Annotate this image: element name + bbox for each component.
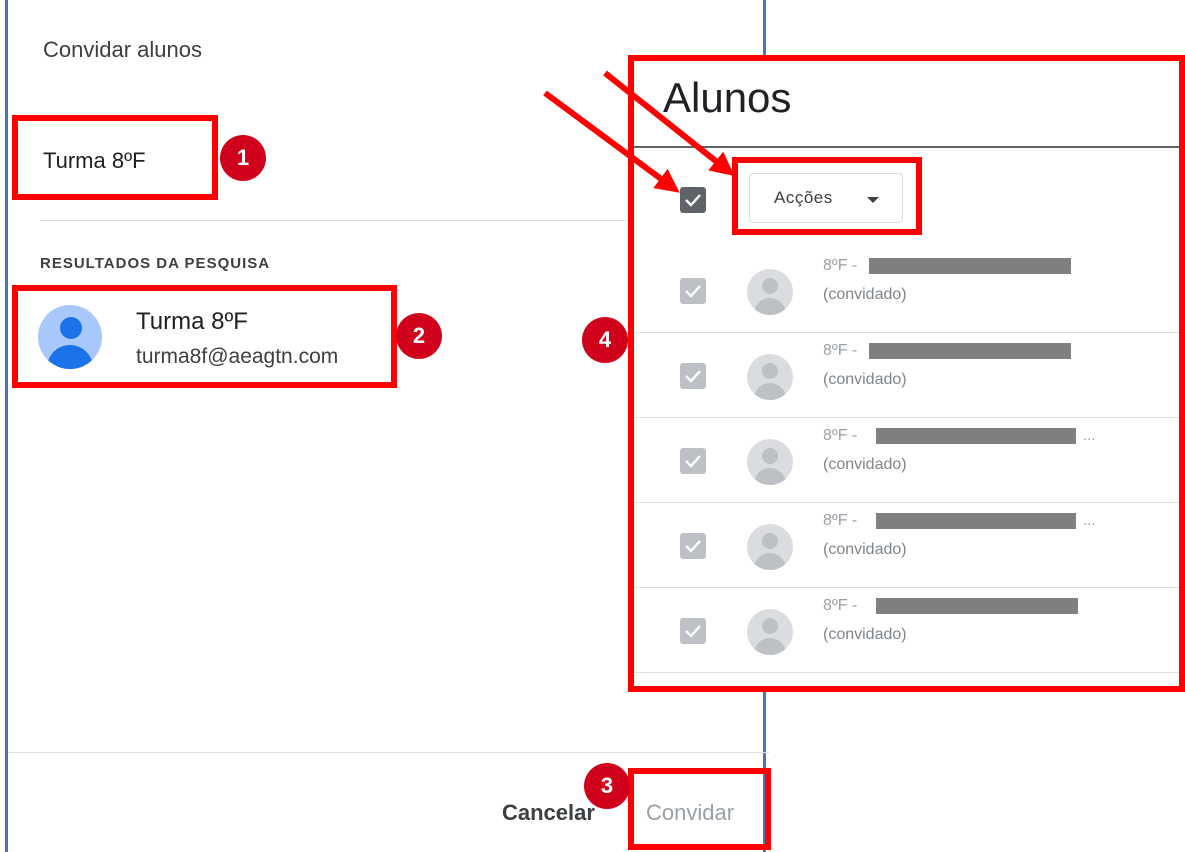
student-avatar-icon [747,439,793,485]
result-name: Turma 8ºF [136,308,248,335]
group-avatar-icon [38,305,102,369]
student-row[interactable]: 8ºF - (convidado) [633,588,1185,673]
student-avatar-icon [747,269,793,315]
student-name: 8ºF - [823,427,858,444]
panel-title: Alunos [663,74,792,121]
search-input[interactable]: Turma 8ºF [43,148,146,174]
student-avatar-icon [747,354,793,400]
footer-divider [8,752,769,753]
student-row[interactable]: 8ºF - (convidado) [633,333,1185,418]
caret-down-icon [867,197,879,203]
select-all-checkbox[interactable] [680,187,706,213]
row-checkbox[interactable] [680,533,706,559]
student-status: (convidado) [823,286,907,303]
redacted-name [876,513,1076,529]
student-row[interactable]: 8ºF - (convidado) [633,248,1185,333]
student-row[interactable]: 8ºF - ... (convidado) [633,503,1185,588]
name-ellipsis: ... [1083,427,1096,444]
students-panel: Alunos Acções 8ºF - (convidado) 8ºF - (c… [633,60,1185,690]
row-checkbox[interactable] [680,448,706,474]
student-name: 8ºF - [823,597,858,614]
student-avatar-icon [747,524,793,570]
result-email: turma8f@aeagtn.com [136,345,339,368]
panel-underline [633,146,1185,148]
actions-dropdown-button[interactable]: Acções [749,173,903,223]
dialog-title: Convidar alunos [43,37,202,62]
redacted-name [876,428,1076,444]
redacted-name [869,258,1071,274]
student-status: (convidado) [823,371,907,388]
student-name: 8ºF - [823,257,858,274]
redacted-name [876,598,1078,614]
student-row[interactable]: 8ºF - ... (convidado) [633,418,1185,503]
step-badge-4: 4 [582,317,628,363]
step-badge-3: 3 [584,763,630,809]
results-header: RESULTADOS DA PESQUISA [40,255,271,272]
name-ellipsis: ... [1083,512,1096,529]
cancel-button[interactable]: Cancelar [502,800,595,826]
student-avatar-icon [747,609,793,655]
actions-label: Acções [774,188,833,207]
student-name: 8ºF - [823,342,858,359]
row-checkbox[interactable] [680,618,706,644]
row-checkbox[interactable] [680,363,706,389]
student-name: 8ºF - [823,512,858,529]
student-status: (convidado) [823,541,907,558]
student-status: (convidado) [823,626,907,643]
step-badge-2: 2 [396,313,442,359]
row-checkbox[interactable] [680,278,706,304]
step-badge-1: 1 [220,135,266,181]
student-status: (convidado) [823,456,907,473]
redacted-name [869,343,1071,359]
invite-button[interactable]: Convidar [646,800,734,826]
